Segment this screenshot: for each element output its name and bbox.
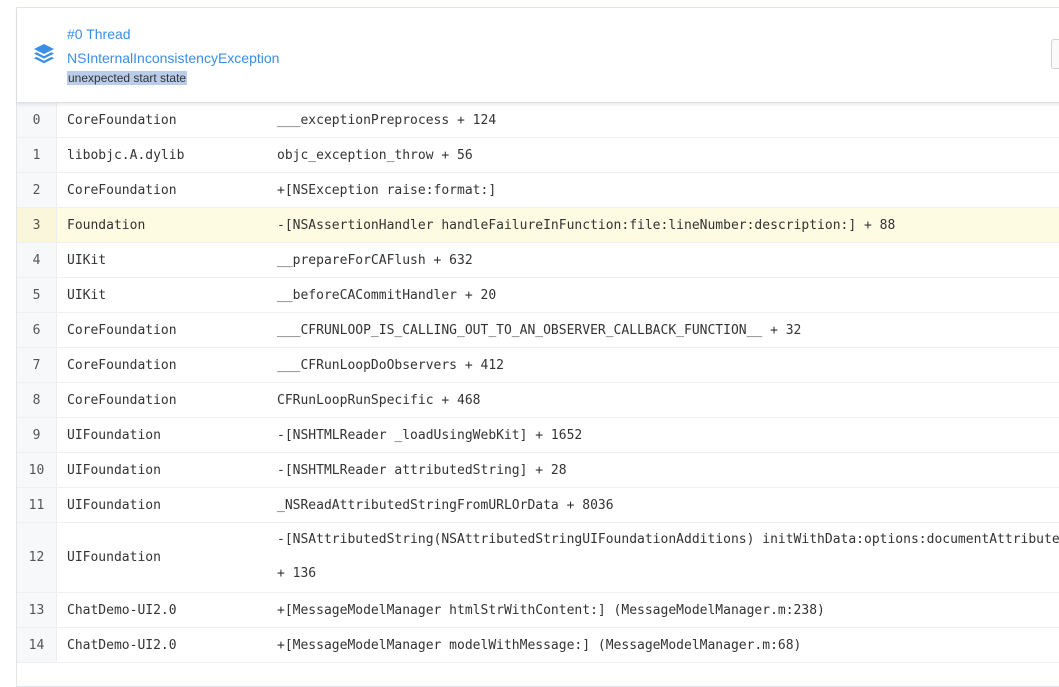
layers-icon <box>34 44 54 64</box>
thread-header: #0 Thread NSInternalInconsistencyExcepti… <box>17 8 1059 103</box>
thread-title-link[interactable]: #0 Thread <box>67 26 131 42</box>
thread-panel: #0 Thread NSInternalInconsistencyExcepti… <box>16 7 1059 687</box>
frame-symbol: -[NSAssertionHandler handleFailureInFunc… <box>277 217 896 233</box>
stack-frame-row[interactable]: 14 ChatDemo-UI2.0 +[MessageModelManager … <box>17 628 1059 663</box>
frame-symbol: -[NSHTMLReader attributedString] + 28 <box>277 462 567 478</box>
frame-library: libobjc.A.dylib <box>67 147 185 163</box>
stack-frame-row[interactable]: 5 UIKit __beforeCACommitHandler + 20 <box>17 278 1059 313</box>
stack-frame-row-highlighted[interactable]: 3 Foundation -[NSAssertionHandler handle… <box>17 208 1059 243</box>
frame-index: 5 <box>17 278 57 312</box>
frame-symbol: +[MessageModelManager htmlStrWithContent… <box>277 602 825 618</box>
frame-index: 7 <box>17 348 57 382</box>
stack-frame-row[interactable]: 0 CoreFoundation ___exceptionPreprocess … <box>17 103 1059 138</box>
frame-symbol: ___CFRUNLOOP_IS_CALLING_OUT_TO_AN_OBSERV… <box>277 322 802 338</box>
frame-library: UIKit <box>67 252 107 268</box>
stack-frame-row[interactable]: 11 UIFoundation _NSReadAttributedStringF… <box>17 488 1059 523</box>
frame-library: UIFoundation <box>67 462 161 478</box>
frame-library: CoreFoundation <box>67 112 177 128</box>
frame-index: 8 <box>17 383 57 417</box>
frame-library: ChatDemo-UI2.0 <box>67 602 177 618</box>
stack-frame-row[interactable]: 1 libobjc.A.dylib objc_exception_throw +… <box>17 138 1059 173</box>
header-action-button[interactable] <box>1051 39 1059 69</box>
stack-frames-list: 0 CoreFoundation ___exceptionPreprocess … <box>17 103 1059 663</box>
stack-frame-row[interactable]: 9 UIFoundation -[NSHTMLReader _loadUsing… <box>17 418 1059 453</box>
frame-index: 3 <box>17 208 57 242</box>
frame-library: CoreFoundation <box>67 322 177 338</box>
frame-library: CoreFoundation <box>67 392 177 408</box>
frame-symbol: _NSReadAttributedStringFromURLOrData + 8… <box>277 497 614 513</box>
frame-symbol: __beforeCACommitHandler + 20 <box>277 287 497 303</box>
frame-symbol: objc_exception_throw + 56 <box>277 147 473 163</box>
frame-symbol: -[NSHTMLReader _loadUsingWebKit] + 1652 <box>277 427 583 443</box>
exception-reason: unexpected start state <box>67 71 188 85</box>
frame-library: CoreFoundation <box>67 182 177 198</box>
frame-index: 0 <box>17 103 57 137</box>
stack-frame-row[interactable]: 8 CoreFoundation CFRunLoopRunSpecific + … <box>17 383 1059 418</box>
frame-index: 9 <box>17 418 57 452</box>
stack-frame-row[interactable]: 2 CoreFoundation +[NSException raise:for… <box>17 173 1059 208</box>
frame-index: 6 <box>17 313 57 347</box>
frame-symbol: -[NSAttributedString(NSAttributedStringU… <box>277 532 1059 547</box>
stack-frame-row[interactable]: 7 CoreFoundation ___CFRunLoopDoObservers… <box>17 348 1059 383</box>
frame-symbol: +[NSException raise:format:] <box>277 182 497 198</box>
frame-library: UIFoundation <box>67 550 161 565</box>
frame-symbol: __prepareForCAFlush + 632 <box>277 252 473 268</box>
stack-frame-row[interactable]: 6 CoreFoundation ___CFRUNLOOP_IS_CALLING… <box>17 313 1059 348</box>
frame-library: ChatDemo-UI2.0 <box>67 637 177 653</box>
frame-index: 4 <box>17 243 57 277</box>
stack-frame-row[interactable]: 4 UIKit __prepareForCAFlush + 632 <box>17 243 1059 278</box>
frame-symbol: CFRunLoopRunSpecific + 468 <box>277 392 481 408</box>
exception-name-link[interactable]: NSInternalInconsistencyException <box>67 50 279 66</box>
frame-index: 1 <box>17 138 57 172</box>
frame-index: 13 <box>17 593 57 627</box>
frame-index: 10 <box>17 453 57 487</box>
frame-library: CoreFoundation <box>67 357 177 373</box>
frame-index: 11 <box>17 488 57 522</box>
stack-frame-row[interactable]: 10 UIFoundation -[NSHTMLReader attribute… <box>17 453 1059 488</box>
frame-library: UIFoundation <box>67 427 161 443</box>
stack-frame-row[interactable]: 12 UIFoundation -[NSAttributedString(NSA… <box>17 523 1059 593</box>
frame-index: 12 <box>17 523 57 592</box>
frame-index: 14 <box>17 628 57 662</box>
frame-library: Foundation <box>67 217 146 233</box>
frame-index: 2 <box>17 173 57 207</box>
frame-symbol-continuation: + 136 <box>277 566 317 581</box>
frame-library: UIFoundation <box>67 497 161 513</box>
frame-symbol: ___CFRunLoopDoObservers + 412 <box>277 357 504 373</box>
stack-frame-row[interactable]: 13 ChatDemo-UI2.0 +[MessageModelManager … <box>17 593 1059 628</box>
frame-symbol: +[MessageModelManager modelWithMessage:]… <box>277 637 802 653</box>
frame-library: UIKit <box>67 287 107 303</box>
frame-symbol: ___exceptionPreprocess + 124 <box>277 112 497 128</box>
